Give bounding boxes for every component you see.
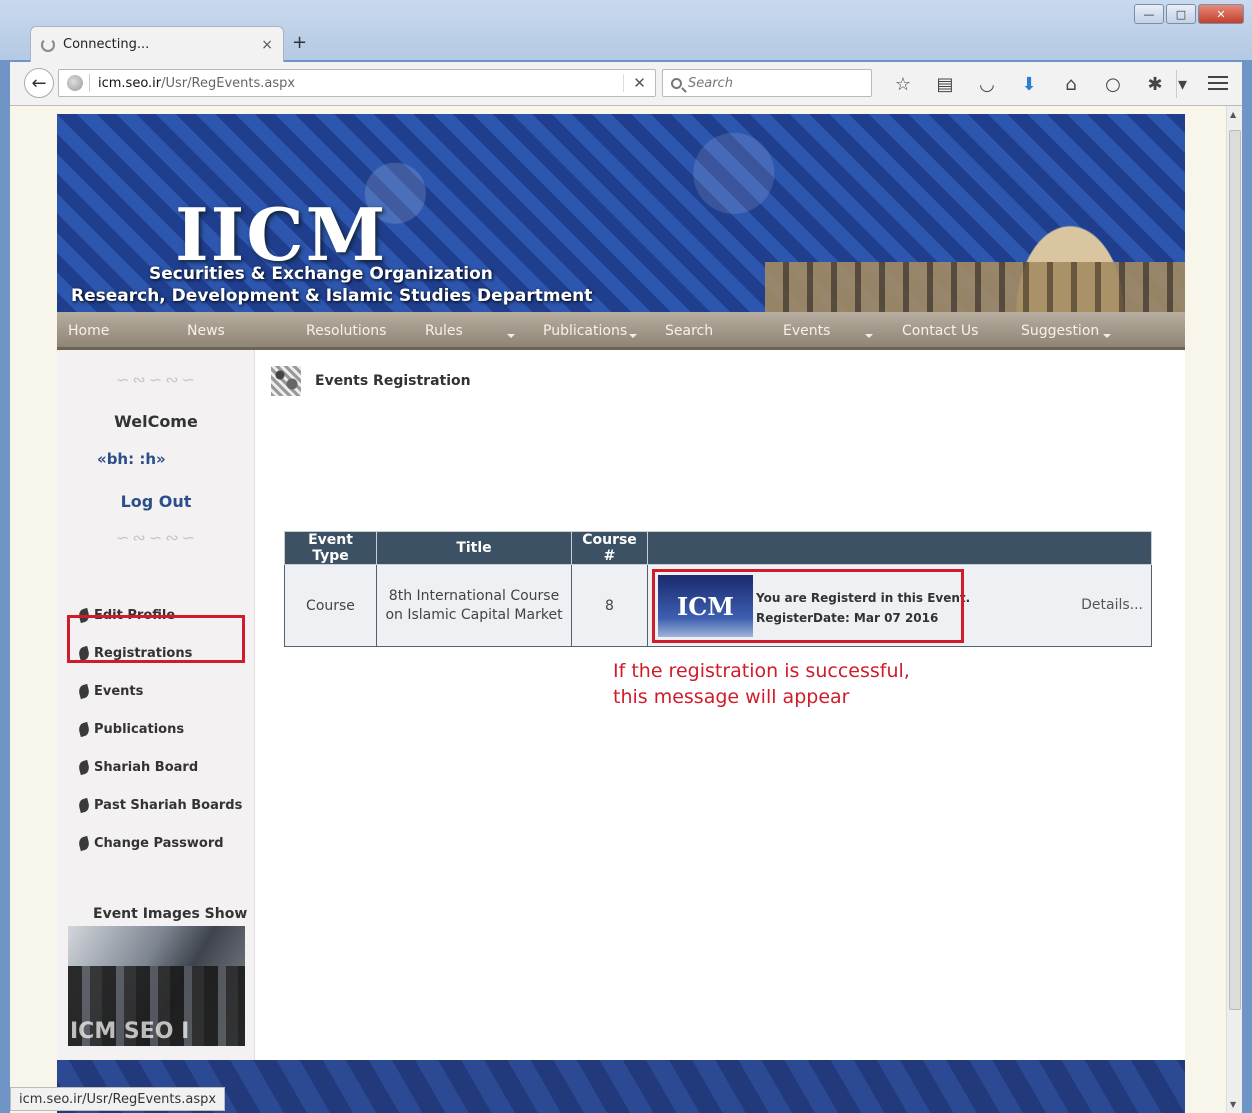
- chevron-down-icon: [507, 334, 515, 338]
- menu-events[interactable]: Events: [783, 323, 830, 339]
- content-area: ∽∾∽∾∽ WelCome «bh: :h» Log Out ∽∾∽∾∽ Edi…: [57, 350, 1185, 1060]
- site-identity-icon[interactable]: [67, 75, 83, 91]
- events-registration-icon: [271, 366, 301, 396]
- page-scrollbar[interactable]: ▲ ▼: [1226, 106, 1242, 1113]
- browser-toolbar: ← icm.seo.ir/Usr/RegEvents.aspx ✕ Search…: [10, 62, 1242, 106]
- chevron-down-icon: [865, 334, 873, 338]
- col-status: [647, 531, 1152, 565]
- menu-contact-us[interactable]: Contact Us: [902, 323, 978, 339]
- photo-watermark: ICM SEO I: [70, 1019, 190, 1044]
- extension-dropdown-icon[interactable]: ▾: [1176, 70, 1188, 98]
- close-window-button[interactable]: ✕: [1198, 4, 1244, 24]
- chevron-down-icon: [629, 334, 637, 338]
- toolbar-icons: ☆ ▤ ◡ ⬇ ⌂ ○ ✱ ▾: [882, 70, 1188, 98]
- menu-suggestion[interactable]: Suggestion: [1021, 323, 1099, 339]
- mosque-arcade-image: [765, 262, 1185, 312]
- stop-loading-button[interactable]: ✕: [623, 74, 655, 92]
- back-button[interactable]: ←: [24, 68, 54, 98]
- hamburger-menu-icon[interactable]: [1208, 72, 1228, 94]
- minimize-button[interactable]: —: [1134, 4, 1164, 24]
- registrations-highlight-box: [67, 615, 245, 663]
- menu-search[interactable]: Search: [665, 323, 713, 339]
- leaf-icon: [77, 835, 91, 851]
- star-icon[interactable]: ☆: [882, 70, 924, 98]
- menu-news[interactable]: News: [187, 323, 225, 339]
- new-tab-button[interactable]: +: [292, 32, 307, 53]
- maximize-button[interactable]: □: [1166, 4, 1196, 24]
- org-name-line1: Securities & Exchange Organization: [149, 264, 493, 284]
- status-bar: icm.seo.ir/Usr/RegEvents.aspx: [10, 1087, 226, 1111]
- tab-close-icon[interactable]: ×: [261, 37, 273, 53]
- menu-home[interactable]: Home: [68, 323, 109, 339]
- username: «bh: :h»: [97, 450, 166, 468]
- cell-status: ICM You are Registerd in this Event. Reg…: [647, 564, 1152, 647]
- search-icon: [671, 77, 682, 89]
- chevron-down-icon: [1103, 334, 1111, 338]
- tab-title: Connecting...: [63, 37, 150, 52]
- chat-icon[interactable]: ○: [1092, 70, 1134, 98]
- cell-event-type: Course: [284, 564, 377, 647]
- welcome-heading: WelCome: [114, 412, 198, 431]
- page-title: Events Registration: [315, 373, 471, 389]
- logout-link[interactable]: Log Out: [57, 492, 255, 511]
- col-event-type: Event Type: [284, 531, 377, 565]
- scroll-down-icon[interactable]: ▼: [1230, 1100, 1236, 1109]
- table-row: Course 8th International Course on Islam…: [284, 564, 1152, 647]
- sidebar-item-publications[interactable]: Publications: [77, 710, 242, 748]
- col-title: Title: [376, 531, 572, 565]
- table-header-row: Event Type Title Course #: [284, 531, 1152, 565]
- sidebar: ∽∾∽∾∽ WelCome «bh: :h» Log Out ∽∾∽∾∽ Edi…: [57, 350, 255, 1060]
- extension-icon[interactable]: ✱: [1134, 70, 1176, 98]
- events-table: Event Type Title Course # Course 8th Int…: [284, 531, 1152, 647]
- search-placeholder: Search: [688, 75, 733, 91]
- scroll-up-icon[interactable]: ▲: [1230, 110, 1236, 119]
- annotation-note: If the registration is successful, this …: [613, 660, 910, 708]
- col-course-number: Course #: [571, 531, 648, 565]
- leaf-icon: [77, 721, 91, 737]
- menu-publications[interactable]: Publications: [543, 323, 627, 339]
- loading-spinner-icon: [41, 37, 55, 52]
- registration-highlight-box: [652, 569, 964, 643]
- ornament-divider: ∽∾∽∾∽: [115, 370, 199, 389]
- sidebar-item-events[interactable]: Events: [77, 672, 242, 710]
- browser-tab[interactable]: Connecting... ×: [30, 26, 284, 62]
- address-bar[interactable]: icm.seo.ir/Usr/RegEvents.aspx ✕: [58, 69, 656, 97]
- event-images-title: Event Images Show: [93, 906, 248, 922]
- page-viewport: IICM Securities & Exchange Organization …: [10, 106, 1226, 1113]
- leaf-icon: [77, 683, 91, 699]
- home-icon[interactable]: ⌂: [1050, 70, 1092, 98]
- sidebar-item-past-shariah-boards[interactable]: Past Shariah Boards: [77, 786, 242, 824]
- window-controls: — □ ✕: [1134, 4, 1244, 24]
- reading-list-icon[interactable]: ▤: [924, 70, 966, 98]
- main-menu: Home News Resolutions Rules Publications…: [57, 312, 1185, 350]
- download-icon[interactable]: ⬇: [1008, 70, 1050, 98]
- menu-rules[interactable]: Rules: [425, 323, 463, 339]
- details-link[interactable]: Details...: [1081, 597, 1143, 613]
- sidebar-item-change-password[interactable]: Change Password: [77, 824, 242, 862]
- leaf-icon: [77, 797, 91, 813]
- search-input[interactable]: Search: [662, 69, 872, 97]
- pocket-icon[interactable]: ◡: [966, 70, 1008, 98]
- scroll-thumb[interactable]: [1229, 130, 1241, 1010]
- page-header: Events Registration: [271, 366, 471, 396]
- sidebar-item-shariah-board[interactable]: Shariah Board: [77, 748, 242, 786]
- site-banner: IICM Securities & Exchange Organization …: [57, 114, 1185, 312]
- cell-course-number: 8: [571, 564, 648, 647]
- menu-resolutions[interactable]: Resolutions: [306, 323, 386, 339]
- event-photo[interactable]: ICM SEO I: [68, 926, 245, 1046]
- ornament-divider: ∽∾∽∾∽: [115, 528, 199, 547]
- cell-title: 8th International Course on Islamic Capi…: [376, 564, 572, 647]
- org-name-line2: Research, Development & Islamic Studies …: [71, 286, 593, 306]
- url-text[interactable]: icm.seo.ir/Usr/RegEvents.aspx: [98, 76, 623, 91]
- site-footer: [57, 1060, 1185, 1113]
- leaf-icon: [77, 759, 91, 775]
